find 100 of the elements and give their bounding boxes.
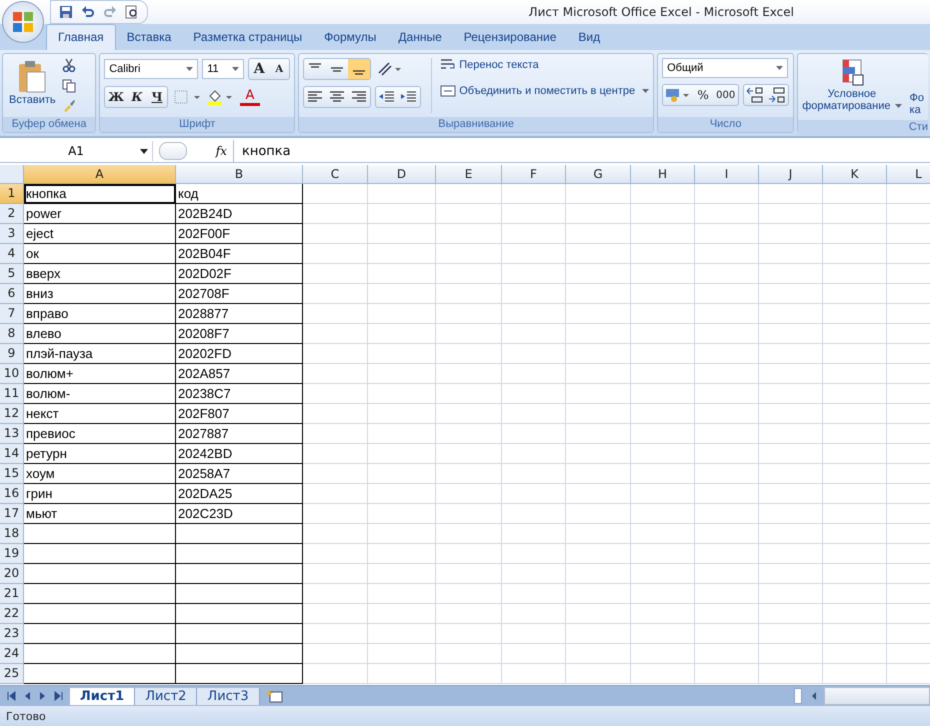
table-cell: 20242BD	[176, 444, 303, 464]
column-header[interactable]: G	[566, 165, 631, 184]
row-header[interactable]: 22	[0, 604, 24, 624]
table-cell	[759, 624, 823, 644]
save-icon[interactable]	[59, 5, 73, 19]
paste-button[interactable]: Вставить	[7, 58, 58, 113]
column-header[interactable]: E	[436, 165, 502, 184]
row-header[interactable]: 17	[0, 504, 24, 524]
format-table-button[interactable]: Фо ка	[910, 58, 924, 116]
print-preview-icon[interactable]	[125, 5, 139, 19]
last-sheet-icon[interactable]	[54, 691, 64, 701]
grow-font-button[interactable]: A	[249, 59, 270, 79]
brush-icon[interactable]	[62, 99, 76, 113]
table-cell	[695, 664, 759, 684]
font-name-dropdown[interactable]: Calibri	[104, 59, 198, 79]
row-header[interactable]: 5	[0, 264, 24, 284]
row-header[interactable]: 2	[0, 204, 24, 224]
row-header[interactable]: 19	[0, 544, 24, 564]
office-button[interactable]	[2, 1, 44, 43]
column-header[interactable]: J	[759, 165, 823, 184]
font-color-button[interactable]: A	[240, 88, 260, 106]
row-header[interactable]: 20	[0, 564, 24, 584]
column-header[interactable]: I	[695, 165, 759, 184]
number-format-dropdown[interactable]: Общий	[662, 58, 788, 78]
column-header[interactable]: C	[303, 165, 368, 184]
ribbon-tab[interactable]: Главная	[46, 24, 116, 50]
table-cell	[631, 404, 695, 424]
ribbon-tab[interactable]: Вставка	[116, 25, 182, 50]
row-header[interactable]: 1	[0, 184, 24, 204]
wrap-text-button[interactable]: Перенос текста	[440, 58, 650, 72]
conditional-formatting-button[interactable]: Условное форматирование	[802, 58, 902, 116]
row-header[interactable]: 12	[0, 404, 24, 424]
table-cell: 202B04F	[176, 244, 303, 264]
sheet-tab[interactable]: Лист2	[135, 688, 198, 704]
new-sheet-icon[interactable]	[266, 689, 284, 703]
row-header[interactable]: 7	[0, 304, 24, 324]
table-cell	[759, 364, 823, 384]
row-header[interactable]: 10	[0, 364, 24, 384]
table-cell	[303, 664, 368, 684]
row-header[interactable]: 21	[0, 584, 24, 604]
table-cell	[436, 464, 502, 484]
underline-button[interactable]: Ч	[146, 87, 167, 107]
ribbon-tab[interactable]: Данные	[387, 25, 453, 50]
column-header[interactable]: A	[24, 165, 176, 184]
scissors-icon[interactable]	[62, 58, 76, 72]
undo-icon[interactable]	[81, 5, 95, 19]
row-header[interactable]: 13	[0, 424, 24, 444]
sheet-tab[interactable]: Лист3	[197, 688, 260, 704]
font-size-dropdown[interactable]: 11	[202, 59, 244, 79]
merge-center-button[interactable]: Объединить и поместить в центре	[440, 84, 650, 98]
italic-button[interactable]: К	[126, 87, 147, 107]
table-cell	[303, 404, 368, 424]
row-header[interactable]: 3	[0, 224, 24, 244]
name-box[interactable]: A1	[0, 141, 153, 161]
table-cell	[759, 544, 823, 564]
row-header[interactable]: 14	[0, 444, 24, 464]
row-header[interactable]: 24	[0, 644, 24, 664]
table-cell	[303, 504, 368, 524]
column-header[interactable]: L	[887, 165, 930, 184]
table-cell	[823, 404, 887, 424]
row-header[interactable]: 8	[0, 324, 24, 344]
thousands-button[interactable]: 000	[713, 85, 738, 105]
column-header[interactable]: H	[631, 165, 695, 184]
row-header[interactable]: 4	[0, 244, 24, 264]
column-header[interactable]: D	[368, 165, 436, 184]
sheet-tab[interactable]: Лист1	[70, 688, 136, 704]
formula-handle[interactable]	[159, 142, 187, 160]
row-header[interactable]: 23	[0, 624, 24, 644]
table-cell	[695, 364, 759, 384]
clipboard-icon	[17, 60, 48, 94]
bold-button[interactable]: Ж	[105, 87, 127, 107]
formula-input[interactable]: кнопка	[233, 140, 930, 162]
copy-icon[interactable]	[62, 78, 76, 92]
table-cell	[368, 184, 436, 204]
table-cell	[436, 224, 502, 244]
ribbon-tab[interactable]: Рецензирование	[452, 25, 568, 50]
row-header[interactable]: 6	[0, 284, 24, 304]
row-header[interactable]: 16	[0, 484, 24, 504]
table-cell	[436, 524, 502, 544]
row-header[interactable]: 25	[0, 664, 24, 684]
table-cell	[368, 484, 436, 504]
shrink-font-button[interactable]: A	[269, 59, 290, 79]
ribbon-tab[interactable]: Разметка страницы	[182, 25, 314, 50]
column-header[interactable]: B	[176, 165, 303, 184]
percent-button[interactable]: %	[693, 85, 714, 105]
row-header[interactable]: 11	[0, 384, 24, 404]
column-header[interactable]: K	[823, 165, 887, 184]
ribbon-tab[interactable]: Вид	[567, 25, 612, 50]
insert-function-button[interactable]: fx	[216, 144, 227, 158]
ribbon-tab[interactable]: Формулы	[313, 25, 388, 50]
row-header[interactable]: 15	[0, 464, 24, 484]
column-header[interactable]: F	[502, 165, 566, 184]
table-cell	[436, 324, 502, 344]
row-header[interactable]: 9	[0, 344, 24, 364]
row-header[interactable]: 18	[0, 524, 24, 544]
horizontal-scrollbar[interactable]	[824, 687, 930, 705]
first-sheet-icon[interactable]	[6, 691, 16, 701]
table-cell	[695, 444, 759, 464]
vertical-align-icon[interactable]	[348, 59, 370, 79]
split-handle[interactable]	[794, 688, 802, 704]
